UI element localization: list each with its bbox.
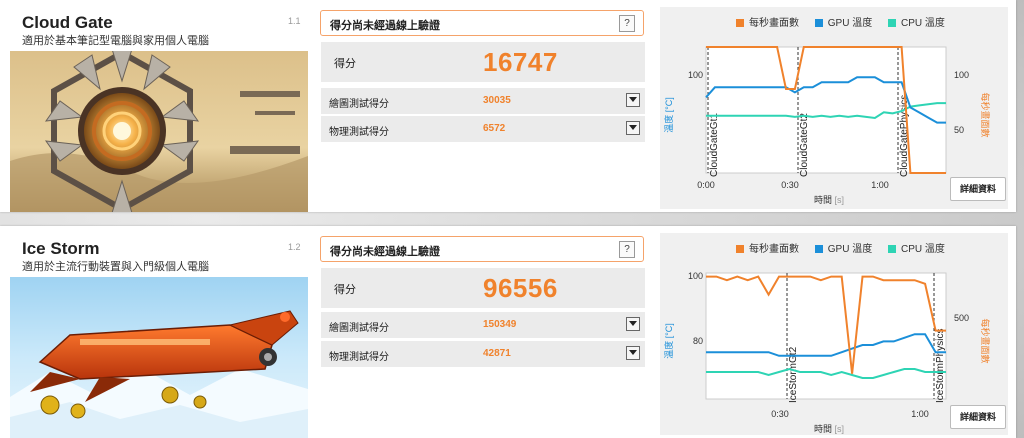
x-tick-label: 1:00 — [911, 409, 929, 419]
monitoring-chart-panel: 每秒畫面數 GPU 溫度 CPU 溫度 IceStormGt2 IceStormP… — [660, 233, 1008, 435]
validation-status-text: 得分尚未經過線上驗證 — [330, 20, 440, 32]
expand-graphics-button[interactable] — [626, 93, 640, 107]
details-button[interactable]: 詳細資料 — [950, 177, 1006, 201]
test-title: Ice Storm — [22, 239, 100, 258]
right-tick-label: 100 — [954, 70, 969, 80]
graphics-score-value: 30035 — [483, 95, 511, 106]
graphics-score-value: 150349 — [483, 319, 517, 330]
expand-physics-button[interactable] — [626, 121, 640, 135]
validation-status-box: 得分尚未經過線上驗證 ? — [320, 10, 644, 36]
test-description: 適用於主流行動裝置與入門級個人電腦 — [22, 261, 209, 273]
test-version: 1.2 — [288, 242, 301, 252]
x-tick-label: 1:00 — [871, 180, 889, 190]
cloud-gate-banner-image — [10, 51, 308, 212]
physics-score-label: 物理測試得分 — [329, 352, 389, 363]
validation-status-box: 得分尚未經過線上驗證 ? — [320, 236, 644, 262]
graphics-score-label: 繪圖測試得分 — [329, 99, 389, 110]
left-axis-label: 溫度 [°C] — [663, 97, 674, 133]
score-value: 96556 — [483, 273, 558, 303]
test-description: 適用於基本筆記型電腦與家用個人電腦 — [22, 35, 209, 47]
expand-graphics-button[interactable] — [626, 317, 640, 331]
test-title: Cloud Gate — [22, 13, 113, 32]
ice-storm-banner-image — [10, 277, 308, 438]
right-axis-label: 每秒畫面數 — [980, 92, 991, 137]
x-tick-label: 0:00 — [697, 180, 715, 190]
cloud-gate-card: Cloud Gate 適用於基本筆記型電腦與家用個人電腦 1.1 得分尚未經過線… — [0, 0, 1016, 212]
monitoring-chart-panel: 每秒畫面數 GPU 溫度 CPU 溫度 CloudGateGt1 CloudGat… — [660, 7, 1008, 209]
score-row: 得分 96556 — [321, 268, 645, 308]
expand-physics-button[interactable] — [626, 346, 640, 360]
left-tick-label: 80 — [693, 336, 703, 346]
x-tick-label: 0:30 — [771, 409, 789, 419]
physics-score-value: 6572 — [483, 123, 506, 134]
segment-label: IceStormPhysics — [935, 329, 946, 403]
score-value: 16747 — [483, 47, 558, 77]
help-button[interactable]: ? — [619, 241, 635, 258]
right-tick-label: 500 — [954, 313, 969, 323]
right-axis-label: 每秒畫面數 — [980, 318, 991, 363]
x-axis-title: 時間 [s] — [814, 424, 845, 434]
segment-label: CloudGateGt2 — [799, 113, 810, 177]
score-label: 得分 — [334, 284, 356, 296]
x-tick-label: 0:30 — [781, 180, 799, 190]
physics-score-row: 物理測試得分 6572 — [321, 116, 645, 142]
help-button[interactable]: ? — [619, 15, 635, 32]
score-row: 得分 16747 — [321, 42, 645, 82]
segment-label: CloudGateGt1 — [709, 113, 720, 177]
x-axis-title: 時間 [s] — [814, 195, 845, 205]
physics-score-label: 物理測試得分 — [329, 127, 389, 138]
validation-status-text: 得分尚未經過線上驗證 — [330, 246, 440, 258]
details-button[interactable]: 詳細資料 — [950, 405, 1006, 429]
graphics-score-row: 繪圖測試得分 30035 — [321, 88, 645, 114]
graphics-score-label: 繪圖測試得分 — [329, 323, 389, 334]
ice-storm-card: Ice Storm 適用於主流行動裝置與入門級個人電腦 1.2 得分尚未經過線上… — [0, 226, 1016, 438]
left-tick-label: 100 — [688, 70, 703, 80]
score-label: 得分 — [334, 58, 356, 70]
physics-score-value: 42871 — [483, 348, 511, 359]
graphics-score-row: 繪圖測試得分 150349 — [321, 312, 645, 338]
left-tick-label: 100 — [688, 271, 703, 281]
test-version: 1.1 — [288, 16, 301, 26]
right-tick-label: 50 — [954, 125, 964, 135]
left-axis-label: 溫度 [°C] — [663, 323, 674, 359]
physics-score-row: 物理測試得分 42871 — [321, 341, 645, 367]
